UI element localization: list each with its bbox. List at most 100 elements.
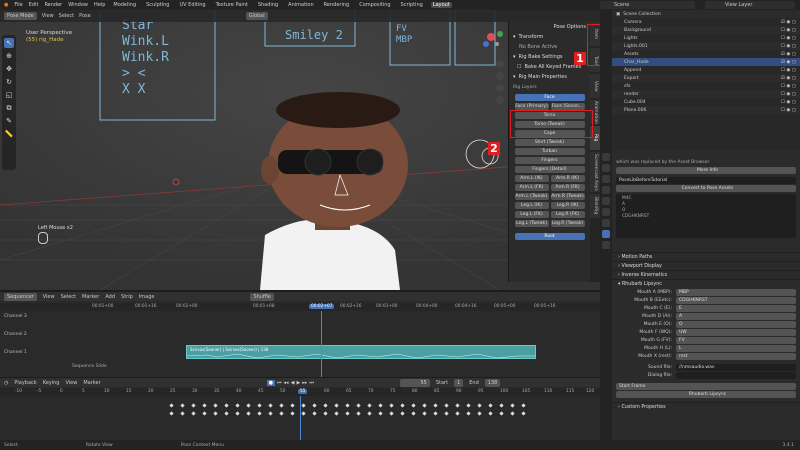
render-tab-icon[interactable] — [602, 164, 610, 172]
keyframe-diamond[interactable] — [488, 411, 493, 416]
keyframe-diamond[interactable] — [268, 411, 273, 416]
keyframe-diamond[interactable] — [224, 411, 229, 416]
current-timecode[interactable]: 00:02+07 — [309, 304, 335, 309]
orientation-dropdown[interactable]: Global — [245, 12, 268, 20]
layer-arm-l-ik-button[interactable]: Arm.L (IK) — [514, 175, 549, 182]
annotate-tool-icon[interactable]: ✎ — [4, 116, 14, 126]
keyframe-diamond[interactable] — [510, 403, 515, 408]
outliner-row[interactable]: Plane.006 ☐ ◉ ▢ — [612, 106, 800, 114]
menu-playback[interactable]: Playback — [14, 380, 36, 386]
rhubarb-header[interactable]: ▾ Rhubarb Lipsync — [612, 279, 800, 288]
menu-marker[interactable]: Marker — [83, 380, 100, 386]
jump-end-icon[interactable]: ⏭ — [309, 380, 314, 386]
workspace-tab[interactable]: Animation — [286, 2, 316, 8]
transform-panel-header[interactable]: ▾ Transform — [509, 32, 590, 42]
layer-leg-l-ik-button[interactable]: Leg.L (IK) — [514, 202, 549, 209]
layer-leg-r-tweak-button[interactable]: Leg.R (Tweak) — [550, 220, 585, 227]
keyframe-diamond[interactable] — [367, 403, 372, 408]
mouth-field[interactable]: O — [676, 320, 796, 328]
keyframe-diamond[interactable] — [169, 411, 174, 416]
keyframe-diamond[interactable] — [312, 403, 317, 408]
keyframe-diamond[interactable] — [466, 403, 471, 408]
keyframe-diamond[interactable] — [510, 411, 515, 416]
keyframe-diamond[interactable] — [290, 403, 295, 408]
pan-hand-icon[interactable] — [496, 72, 504, 80]
mouth-field[interactable]: FV — [676, 336, 796, 344]
bone-tab-icon[interactable] — [602, 241, 610, 249]
layer-arm-l-tweak-button[interactable]: Arm.L (Tweak) — [514, 193, 549, 200]
layer-turban-button[interactable]: Turban — [514, 148, 585, 155]
layer-leg-l-fk-button[interactable]: Leg.L (FK) — [514, 211, 549, 218]
menu-file[interactable]: File — [14, 2, 22, 8]
visibility-icons[interactable]: ☐ ◉ ▢ — [781, 100, 796, 105]
cursor-tool-icon[interactable]: ⊕ — [4, 51, 14, 61]
menu-select[interactable]: Select — [59, 13, 74, 19]
main-props-header[interactable]: ▾ Rig Main Properties — [509, 72, 590, 82]
mouth-field[interactable]: A — [676, 312, 796, 320]
workspace-tab[interactable]: Compositing — [357, 2, 392, 8]
scene-tab-icon[interactable] — [602, 186, 610, 194]
zoom-icon[interactable] — [496, 60, 504, 68]
grid-icon[interactable] — [496, 96, 504, 104]
clock-icon[interactable]: ◷ — [4, 380, 8, 386]
keyframe-diamond[interactable] — [345, 411, 350, 416]
output-tab-icon[interactable] — [602, 175, 610, 183]
rotate-tool-icon[interactable]: ↻ — [4, 77, 14, 87]
sequencer-editor[interactable]: Sequencer View Select Marker Add Strip I… — [0, 292, 600, 377]
keyframe-diamond[interactable] — [521, 403, 526, 408]
keyframe-diamond[interactable] — [477, 403, 482, 408]
pose-library-field[interactable]: PoseLibBeforeTutorial — [616, 176, 796, 184]
keyframe-diamond[interactable] — [213, 403, 218, 408]
keyframe-diamond[interactable] — [378, 411, 383, 416]
keyframe-diamond[interactable] — [389, 403, 394, 408]
sound-strip[interactable]: Ssirvas(Sooner) | Ssirvas(Sooner) | 138 — [186, 345, 536, 359]
workspace-tab-active[interactable]: Layout — [430, 2, 452, 8]
keyframe-diamond[interactable] — [268, 403, 273, 408]
view-layer-selector[interactable]: View Layer — [705, 1, 795, 9]
layer-face-primary-button[interactable]: Face (Primary) — [514, 103, 549, 110]
keyframe-diamond[interactable] — [433, 411, 438, 416]
layer-fingers-detail-button[interactable]: Fingers (Detail) — [514, 166, 585, 173]
keyframe-diamond[interactable] — [444, 411, 449, 416]
layer-fingers-button[interactable]: Fingers — [514, 157, 585, 164]
menu-marker[interactable]: Marker — [82, 294, 99, 300]
keyframe-diamond[interactable] — [444, 403, 449, 408]
visibility-icons[interactable]: ☐ ◉ ▢ — [781, 68, 796, 73]
outliner-row[interactable]: Lights ☐ ◉ ▢ — [612, 34, 800, 42]
scene-collection-row[interactable]: ▣ Scene Collection — [612, 10, 800, 18]
keyframe-diamond[interactable] — [334, 403, 339, 408]
outliner-row[interactable]: sfx ☐ ◉ ▢ — [612, 82, 800, 90]
keyframe-diamond[interactable] — [202, 403, 207, 408]
end-frame-field[interactable]: 138 — [484, 378, 501, 387]
tab-screencast-keys[interactable]: Screencast Keys — [590, 152, 600, 192]
outliner-row[interactable]: Cube.004 ☐ ◉ ▢ — [612, 98, 800, 106]
convert-button[interactable]: Convert to Pose Assets — [616, 184, 796, 192]
armature-tab-icon[interactable] — [602, 230, 610, 238]
keyframe-diamond[interactable] — [499, 411, 504, 416]
jump-start-icon[interactable]: ⏮ — [277, 380, 282, 386]
keyframe-diamond[interactable] — [257, 411, 262, 416]
keyframe-diamond[interactable] — [202, 411, 207, 416]
keyframe-diamond[interactable] — [422, 403, 427, 408]
keyframe-diamond[interactable] — [499, 403, 504, 408]
tab-view[interactable]: View — [590, 74, 600, 98]
outliner-row[interactable]: Export ☑ ◉ ▢ — [612, 74, 800, 82]
keyframe-diamond[interactable] — [477, 411, 482, 416]
menu-edit[interactable]: Edit — [29, 2, 39, 8]
sequencer-playhead[interactable] — [321, 311, 322, 377]
keyframe-diamond[interactable] — [301, 411, 306, 416]
select-tool-icon[interactable]: ↖ — [4, 38, 14, 48]
visibility-icons[interactable]: ☑ ◉ ▢ — [781, 76, 796, 81]
blender-logo-icon[interactable]: ● — [4, 2, 8, 8]
motion-paths-header[interactable]: › Motion Paths — [612, 252, 800, 261]
layer-root-button[interactable]: Root — [514, 233, 585, 240]
keyframe-diamond[interactable] — [411, 411, 416, 416]
keyframe-diamond[interactable] — [466, 411, 471, 416]
mouth-field[interactable]: MBP — [676, 288, 796, 296]
dialog-file-field[interactable] — [676, 371, 796, 379]
workspace-tab[interactable]: Scripting — [399, 2, 425, 8]
menu-view[interactable]: View — [65, 380, 77, 386]
menu-image[interactable]: Image — [139, 294, 155, 300]
keyframe-diamond[interactable] — [422, 411, 427, 416]
pose-item[interactable]: CDGHKNRST — [622, 214, 790, 220]
